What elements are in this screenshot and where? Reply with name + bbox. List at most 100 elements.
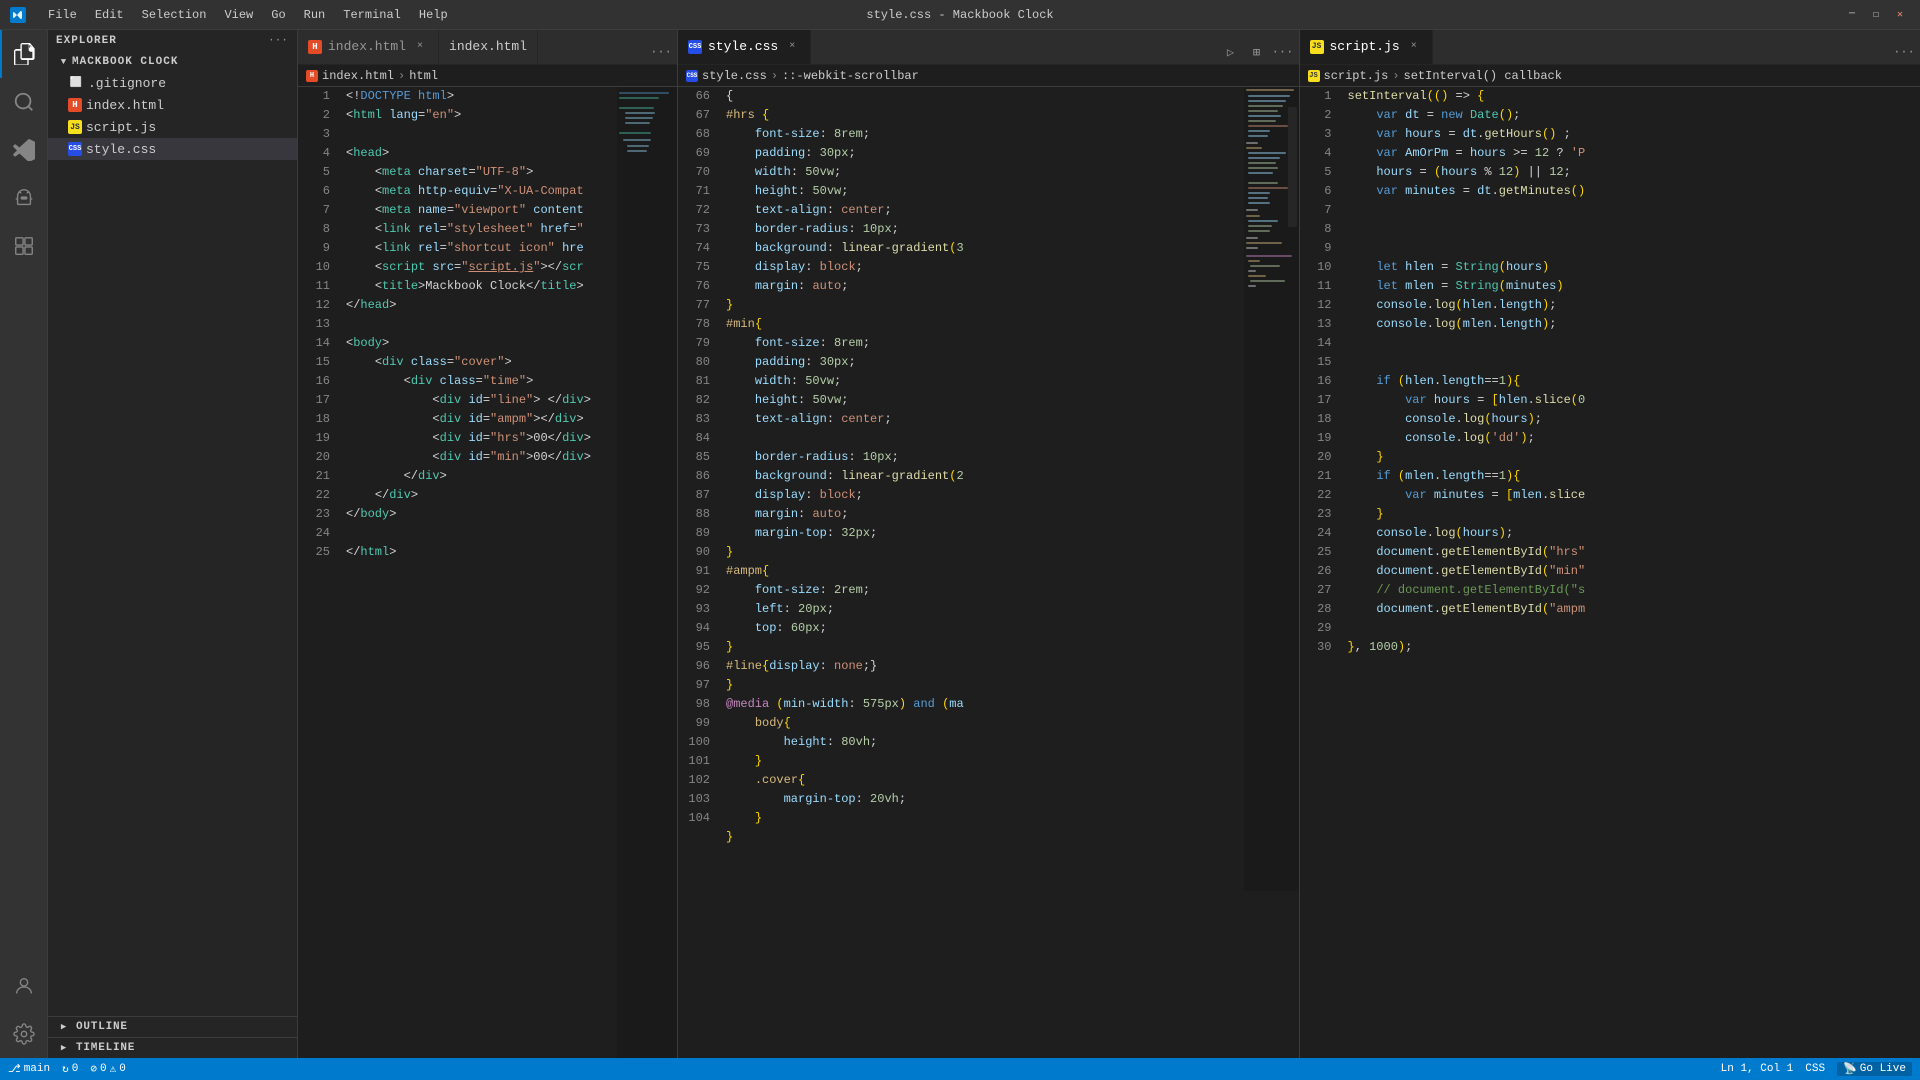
tab-script-js[interactable]: JS script.js × xyxy=(1300,30,1433,64)
explorer-header: EXPLORER ··· xyxy=(48,30,297,52)
activity-explorer[interactable] xyxy=(0,30,48,78)
sync-status[interactable]: ↻ 0 xyxy=(62,1062,78,1076)
editor-pane-middle: CSS style.css × ▷ ⊞ ··· CSS style.css › … xyxy=(678,30,1300,1058)
explorer-more[interactable]: ··· xyxy=(271,34,285,48)
warning-icon: ⚠ xyxy=(110,1062,117,1076)
explorer-title: EXPLORER xyxy=(56,35,117,47)
css-file-icon: CSS xyxy=(68,142,82,156)
activity-settings[interactable] xyxy=(0,1010,48,1058)
outline-label: OUTLINE xyxy=(76,1021,128,1033)
html-file-icon: H xyxy=(68,98,82,112)
title-bar: File Edit Selection View Go Run Terminal… xyxy=(0,0,1920,30)
middle-code-editor[interactable]: 6667686970 7172737475 7677787980 8182838… xyxy=(678,87,1299,1058)
section-label: MACKBOOK CLOCK xyxy=(72,56,178,68)
status-live-server[interactable]: 📡 Go Live xyxy=(1837,1062,1912,1076)
middle-line-numbers: 6667686970 7172737475 7677787980 8182838… xyxy=(678,87,718,1058)
maximize-button[interactable]: ☐ xyxy=(1866,8,1886,22)
activity-account[interactable] xyxy=(0,962,48,1010)
position-text: Ln 1, Col 1 xyxy=(1721,1063,1794,1075)
breadcrumb-sep: › xyxy=(398,69,405,83)
file-tree: ⬜ .gitignore H index.html JS script.js C… xyxy=(48,72,297,544)
activity-debug[interactable] xyxy=(0,174,48,222)
left-code-editor[interactable]: 12345 678910 1112131415 1617181920 21222… xyxy=(298,87,677,1058)
js-tab-icon: JS xyxy=(1310,40,1324,54)
breadcrumb-file: index.html xyxy=(322,69,394,83)
right-breadcrumb: JS script.js › setInterval() callback xyxy=(1300,65,1920,87)
mackbook-clock-section[interactable]: ▼ MACKBOOK CLOCK xyxy=(48,52,297,72)
run-btn[interactable]: ▷ xyxy=(1219,40,1243,64)
js-file-icon: JS xyxy=(68,120,82,134)
sync-count: 0 xyxy=(72,1063,79,1075)
gitignore-label: .gitignore xyxy=(88,76,166,91)
menu-view[interactable]: View xyxy=(216,0,261,30)
git-icon: ⎇ xyxy=(8,1062,21,1076)
status-lang[interactable]: CSS xyxy=(1805,1062,1825,1076)
right-code-content: setInterval(() => { var dt = new Date();… xyxy=(1340,87,1920,1058)
window-title: style.css - Mackbook Clock xyxy=(866,8,1053,22)
timeline-chevron: ▶ xyxy=(56,1043,72,1053)
breadcrumb-js-file: script.js xyxy=(1324,69,1389,83)
activity-search[interactable] xyxy=(0,78,48,126)
menu-terminal[interactable]: Terminal xyxy=(335,0,409,30)
split-editor-btn[interactable]: ··· xyxy=(649,40,673,64)
file-script-js[interactable]: JS script.js xyxy=(48,116,297,138)
gitignore-icon: ⬜ xyxy=(68,75,84,91)
status-position[interactable]: Ln 1, Col 1 xyxy=(1721,1062,1794,1076)
menu-selection[interactable]: Selection xyxy=(134,0,215,30)
error-status[interactable]: ⊘ 0 ⚠ 0 xyxy=(90,1062,125,1076)
breadcrumb-js-symbol: setInterval() callback xyxy=(1404,69,1562,83)
tab-index-html-2[interactable]: index.html xyxy=(439,30,538,64)
right-code-editor[interactable]: 12345 678910 1112131415 1617181920 21222… xyxy=(1300,87,1920,1058)
close-button[interactable]: ✕ xyxy=(1890,8,1910,22)
tab-index-html-1[interactable]: H index.html × xyxy=(298,30,439,64)
git-branch[interactable]: ⎇ main xyxy=(8,1062,50,1076)
menu-run[interactable]: Run xyxy=(296,0,334,30)
left-breadcrumb: H index.html › html xyxy=(298,65,677,87)
sync-icon: ↻ xyxy=(62,1062,69,1076)
activity-git[interactable] xyxy=(0,126,48,174)
error-icon: ⊘ xyxy=(90,1062,97,1076)
live-server-text: Go Live xyxy=(1860,1063,1906,1075)
activity-extensions[interactable] xyxy=(0,222,48,270)
editor-area: H index.html × index.html ··· H index.ht… xyxy=(298,30,1920,1058)
style-css-label: style.css xyxy=(86,142,156,157)
left-code-content: <!DOCTYPE html> <html lang="en"> <head> … xyxy=(338,87,617,1058)
file-style-css[interactable]: CSS style.css xyxy=(48,138,297,160)
minimize-button[interactable]: ─ xyxy=(1842,8,1862,22)
warning-count: 0 xyxy=(119,1063,126,1075)
menu-go[interactable]: Go xyxy=(263,0,293,30)
middle-pane-actions: ▷ ⊞ ··· xyxy=(1219,40,1299,64)
file-gitignore[interactable]: ⬜ .gitignore xyxy=(48,72,297,94)
left-minimap xyxy=(617,87,677,1058)
tab-close-css[interactable]: × xyxy=(784,39,800,55)
left-pane-actions: ··· xyxy=(649,40,677,64)
menu-file[interactable]: File xyxy=(40,0,85,30)
tab-label-index-html-2: index.html xyxy=(449,39,527,54)
activity-bar xyxy=(0,30,48,1058)
right-more-btn[interactable]: ··· xyxy=(1892,40,1916,64)
html-tab-icon-1: H xyxy=(308,40,322,54)
outline-section[interactable]: ▶ OUTLINE xyxy=(48,1016,297,1037)
breadcrumb-css-icon: CSS xyxy=(686,70,698,82)
timeline-label: TIMELINE xyxy=(76,1042,135,1054)
tab-label-script-js: script.js xyxy=(1330,39,1400,54)
breadcrumb-symbol: html xyxy=(409,69,438,83)
error-count: 0 xyxy=(100,1063,107,1075)
menu-help[interactable]: Help xyxy=(411,0,456,30)
vscode-logo xyxy=(10,7,26,23)
timeline-section[interactable]: ▶ TIMELINE xyxy=(48,1037,297,1058)
branch-name: main xyxy=(24,1063,50,1075)
editor-pane-left: H index.html × index.html ··· H index.ht… xyxy=(298,30,678,1058)
menu-edit[interactable]: Edit xyxy=(87,0,132,30)
middle-tab-bar: CSS style.css × ▷ ⊞ ··· xyxy=(678,30,1299,65)
more-btn[interactable]: ··· xyxy=(1271,40,1295,64)
file-index-html[interactable]: H index.html xyxy=(48,94,297,116)
tab-style-css[interactable]: CSS style.css × xyxy=(678,30,811,64)
tab-close-1[interactable]: × xyxy=(412,39,428,55)
status-right: Ln 1, Col 1 CSS 📡 Go Live xyxy=(1721,1062,1912,1076)
tab-label-style-css: style.css xyxy=(708,39,778,54)
tab-close-js[interactable]: × xyxy=(1406,39,1422,55)
split-btn[interactable]: ⊞ xyxy=(1245,40,1269,64)
editor-pane-right: JS script.js × ··· JS script.js › setInt… xyxy=(1300,30,1920,1058)
right-line-numbers: 12345 678910 1112131415 1617181920 21222… xyxy=(1300,87,1340,1058)
